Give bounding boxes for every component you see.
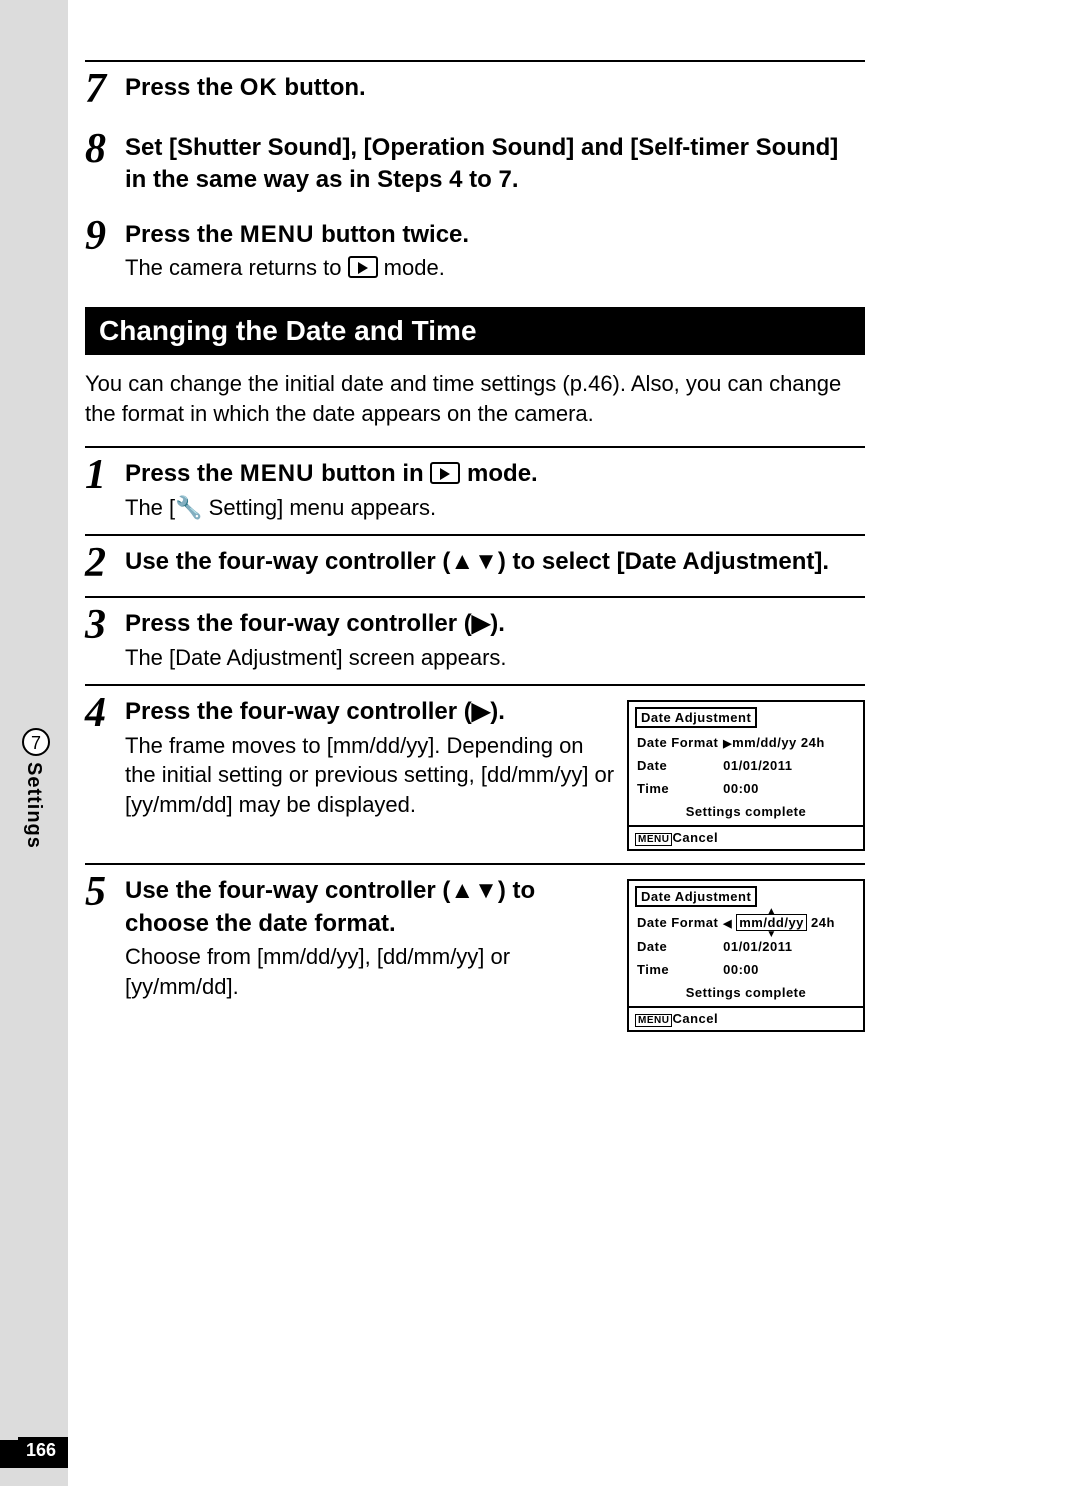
- page-number: 166: [18, 1437, 68, 1464]
- camera-screen-1: Date Adjustment Date Format ▶mm/dd/yy 24…: [627, 700, 865, 851]
- step-number: 3: [85, 604, 125, 646]
- step-7: 7 Press the OK button.: [85, 60, 865, 110]
- menu-box-icon: MENU: [635, 833, 672, 846]
- step-title: Use the four-way controller (▲▼) to sele…: [125, 546, 865, 578]
- screen-footer: MENUCancel: [629, 825, 863, 849]
- step-title: Press the OK button.: [125, 72, 865, 104]
- step-number: 8: [85, 128, 125, 170]
- step-title: Use the four-way controller (▲▼) to choo…: [125, 875, 615, 940]
- step-number: 7: [85, 68, 125, 110]
- selected-format-box: ▲ mm/dd/yy ▼: [736, 914, 807, 931]
- step-9: 9 Press the MENU button twice. The camer…: [85, 209, 865, 283]
- step-title: Set [Shutter Sound], [Operation Sound] a…: [125, 132, 865, 197]
- step-title: Press the four-way controller (▶).: [125, 696, 615, 728]
- page-content: 7 Press the OK button. 8 Set [Shutter So…: [85, 60, 865, 1044]
- screen-date-row: Date 01/01/2011: [629, 935, 863, 958]
- step-desc: The [Date Adjustment] screen appears.: [125, 643, 865, 673]
- step-3: 3 Press the four-way controller (▶). The…: [85, 596, 865, 672]
- step-title: Press the MENU button in mode.: [125, 458, 865, 490]
- section-intro: You can change the initial date and time…: [85, 369, 865, 428]
- screen-date-format-row: Date Format ▶mm/dd/yy 24h: [629, 731, 863, 754]
- ok-button-label: OK: [240, 74, 278, 101]
- section-header: Changing the Date and Time: [85, 307, 865, 355]
- step-title: Press the MENU button twice.: [125, 219, 865, 251]
- left-arrow-icon: ◀: [723, 918, 732, 930]
- screen-title: Date Adjustment: [635, 886, 757, 907]
- step-desc: The camera returns to mode.: [125, 253, 865, 283]
- step-number: 5: [85, 871, 125, 913]
- chapter-label: Settings: [22, 762, 45, 849]
- menu-box-icon: MENU: [635, 1014, 672, 1027]
- menu-button-label: MENU: [240, 460, 315, 487]
- menu-button-label: MENU: [240, 221, 315, 248]
- side-tab: 7 Settings: [22, 728, 50, 849]
- screen-settings-complete: Settings complete: [629, 800, 863, 825]
- chapter-number-circle: 7: [22, 728, 50, 756]
- step-title: Press the four-way controller (▶).: [125, 608, 865, 640]
- step-8: 8 Set [Shutter Sound], [Operation Sound]…: [85, 122, 865, 197]
- step-number: 2: [85, 542, 125, 584]
- step-desc: The frame moves to [mm/dd/yy]. Depending…: [125, 731, 615, 820]
- screen-time-row: Time 00:00: [629, 777, 863, 800]
- step-1: 1 Press the MENU button in mode. The [🔧 …: [85, 446, 865, 522]
- camera-screen-2: Date Adjustment Date Format ◀ ▲ mm/dd/yy…: [627, 879, 865, 1032]
- right-arrow-icon: ▶: [723, 738, 732, 750]
- step-desc: Choose from [mm/dd/yy], [dd/mm/yy] or [y…: [125, 942, 615, 1001]
- step-number: 4: [85, 692, 125, 734]
- screen-time-row: Time 00:00: [629, 958, 863, 981]
- step-4: 4 Press the four-way controller (▶). The…: [85, 684, 865, 851]
- screen-date-format-row: Date Format ◀ ▲ mm/dd/yy ▼ 24h: [629, 910, 863, 935]
- step-number: 1: [85, 454, 125, 496]
- screen-date-row: Date 01/01/2011: [629, 754, 863, 777]
- up-caret-icon: ▲: [766, 906, 776, 917]
- step-desc: The [🔧 Setting] menu appears.: [125, 493, 865, 523]
- down-caret-icon: ▼: [766, 929, 776, 940]
- screen-footer: MENUCancel: [629, 1006, 863, 1030]
- playback-mode-icon: [430, 462, 460, 484]
- screen-title: Date Adjustment: [635, 707, 757, 728]
- playback-mode-icon: [348, 256, 378, 278]
- step-5: 5 Use the four-way controller (▲▼) to ch…: [85, 863, 865, 1032]
- step-number: 9: [85, 215, 125, 257]
- screen-settings-complete: Settings complete: [629, 981, 863, 1006]
- step-2: 2 Use the four-way controller (▲▼) to se…: [85, 534, 865, 584]
